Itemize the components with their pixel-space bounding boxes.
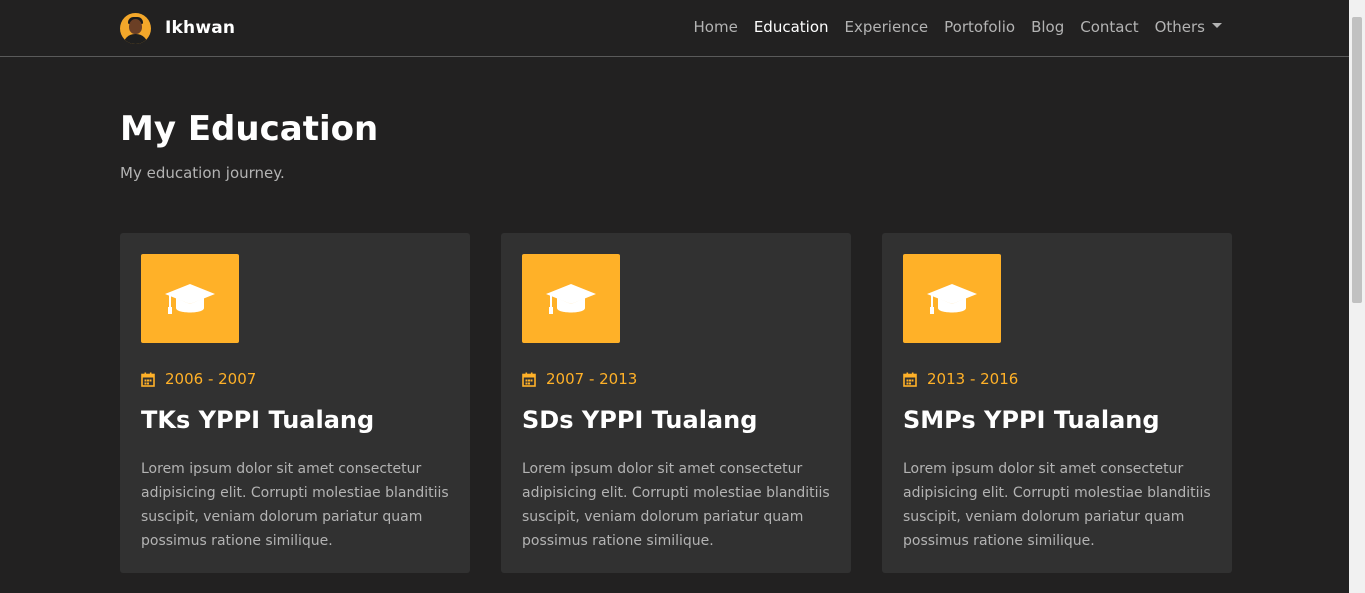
page-subtitle: My education journey. [120, 164, 285, 182]
nav-blog[interactable]: Blog [1031, 18, 1064, 36]
nav-education[interactable]: Education [754, 18, 829, 36]
calendar-icon [522, 372, 536, 387]
card-school: TKs YPPI Tualang [141, 406, 375, 434]
education-list: 2006 - 2007 TKs YPPI Tualang Lorem ipsum… [120, 233, 1232, 573]
nav-others-dropdown[interactable]: Others [1155, 18, 1222, 36]
scrollbar[interactable] [1349, 0, 1365, 593]
card-school: SDs YPPI Tualang [522, 406, 758, 434]
nav-portofolio[interactable]: Portofolio [944, 18, 1015, 36]
calendar-icon [141, 372, 155, 387]
graduation-cap-icon [522, 254, 620, 343]
brand-name: Ikhwan [165, 18, 236, 38]
nav-home[interactable]: Home [694, 18, 738, 36]
avatar [120, 12, 151, 44]
card-years: 2007 - 2013 [546, 370, 638, 388]
card-description: Lorem ipsum dolor sit amet consectetur a… [903, 461, 1211, 549]
card-description: Lorem ipsum dolor sit amet consectetur a… [141, 461, 449, 549]
education-card: 2013 - 2016 SMPs YPPI Tualang Lorem ipsu… [882, 233, 1232, 573]
card-school: SMPs YPPI Tualang [903, 406, 1160, 434]
chevron-down-icon [1212, 23, 1222, 28]
graduation-cap-icon [141, 254, 239, 343]
education-card: 2007 - 2013 SDs YPPI Tualang Lorem ipsum… [501, 233, 851, 573]
nav-menu: Home Education Experience Portofolio Blo… [694, 17, 1222, 36]
card-years: 2013 - 2016 [927, 370, 1019, 388]
brand-link[interactable]: Ikhwan [120, 12, 235, 44]
page-title: My Education [120, 109, 379, 149]
navbar: Ikhwan Home Education Experience Portofo… [0, 0, 1349, 57]
graduation-cap-icon [903, 254, 1001, 343]
card-date: 2013 - 2016 [903, 370, 1018, 388]
nav-contact[interactable]: Contact [1080, 18, 1138, 36]
scrollbar-thumb[interactable] [1352, 17, 1362, 303]
card-date: 2007 - 2013 [522, 370, 637, 388]
calendar-icon [903, 372, 917, 387]
card-years: 2006 - 2007 [165, 370, 257, 388]
card-description: Lorem ipsum dolor sit amet consectetur a… [522, 461, 830, 549]
nav-others-label: Others [1154, 18, 1205, 36]
education-card: 2006 - 2007 TKs YPPI Tualang Lorem ipsum… [120, 233, 470, 573]
card-date: 2006 - 2007 [141, 370, 256, 388]
nav-experience[interactable]: Experience [845, 18, 929, 36]
